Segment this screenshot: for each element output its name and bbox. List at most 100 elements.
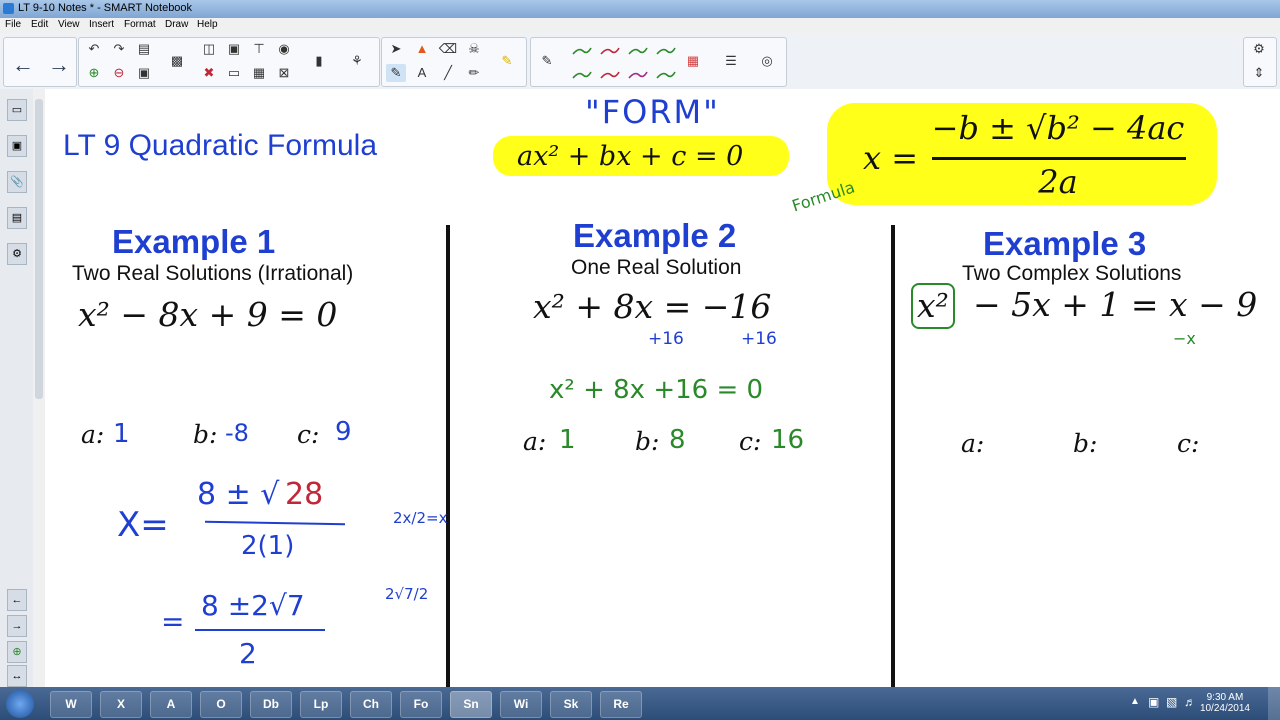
menu-file[interactable]: File [5, 19, 21, 30]
pen-type-icon[interactable]: ✎ [537, 52, 557, 70]
delete-page-icon[interactable]: ⊖ [109, 64, 129, 82]
side-toggle-icon[interactable]: ↔ [7, 665, 27, 687]
folder-icon[interactable]: ▤ [134, 40, 154, 58]
line-style-icon[interactable]: ☰ [721, 52, 741, 70]
delete-icon[interactable]: ✖ [199, 64, 219, 82]
save-icon[interactable]: ▣ [134, 64, 154, 82]
example1-work-x: X= [117, 505, 169, 545]
show-desktop-button[interactable] [1268, 687, 1280, 720]
next-page-icon[interactable]: → [7, 615, 27, 637]
menu-insert[interactable]: Insert [89, 19, 114, 30]
text-icon[interactable]: A [412, 64, 432, 82]
menu-help[interactable]: Help [197, 19, 218, 30]
volume-icon[interactable]: ♬ [1184, 695, 1196, 709]
pen-style-8[interactable] [655, 68, 677, 82]
magic-pen-icon[interactable]: ✏ [464, 64, 484, 82]
move-toolbar-icon[interactable]: ⇕ [1249, 64, 1269, 82]
example1-work-den1: 2(1) [241, 531, 295, 561]
title-bar: LT 9-10 Notes * - SMART Notebook [0, 0, 1280, 18]
menu-draw[interactable]: Draw [165, 19, 188, 30]
prev-page-icon[interactable]: ← [7, 589, 27, 611]
toolbar: ← → ↶ ↷ ▤ ⊕ ⊖ ▣ ▩ ◫ ▣ ⊤ ◉ ✖ ▭ ▦ ⊠ ▮ ⚘ ➤ … [0, 33, 1280, 90]
sketch-taskbar-icon[interactable]: Sk [550, 691, 592, 718]
back-icon[interactable]: ← [12, 52, 34, 78]
form-equation: ax² + bx + c = 0 [517, 141, 744, 172]
example1-work-eq2: = [161, 605, 185, 638]
folder-taskbar-icon[interactable]: Fo [400, 691, 442, 718]
whiteboard-canvas[interactable]: LT 9 Quadratic Formula "FORM" ax² + bx +… [45, 89, 1280, 687]
dropbox-icon[interactable]: Db [250, 691, 292, 718]
pen-style-1[interactable] [571, 44, 593, 58]
example3-b-label: b: [1073, 429, 1098, 458]
add-page-side-icon[interactable]: ⊕ [7, 641, 27, 663]
fill-icon[interactable]: ☠ [464, 40, 484, 58]
example1-work-bar2 [195, 629, 325, 631]
settings-group: ⚙ ⇕ [1243, 37, 1277, 87]
menu-format[interactable]: Format [124, 19, 156, 30]
example3-equation-rest: − 5x + 1 = x − 9 [973, 285, 1258, 324]
gear-icon[interactable]: ⚙ [1249, 40, 1269, 58]
camera-icon[interactable]: ▣ [224, 40, 244, 58]
table-icon[interactable]: ▦ [249, 64, 269, 82]
properties-tab[interactable]: ▤ [7, 207, 27, 229]
add-page-icon[interactable]: ⊕ [84, 64, 104, 82]
tray-arrow-icon[interactable]: ▲ [1130, 696, 1140, 707]
pen-style-6[interactable] [599, 68, 621, 82]
page-sorter-tab[interactable]: ▭ [7, 99, 27, 121]
attachments-tab[interactable]: 📎 [7, 171, 27, 193]
text-tool-icon[interactable]: ⊤ [249, 40, 269, 58]
pen-style-5[interactable] [571, 68, 593, 82]
outlook-icon[interactable]: O [200, 691, 242, 718]
color-palette-icon[interactable]: ▦ [683, 52, 703, 70]
menu-view[interactable]: View [58, 19, 80, 30]
chrome-icon[interactable]: Ch [350, 691, 392, 718]
formula-fraction-bar [932, 157, 1186, 160]
pen-style-4[interactable] [655, 44, 677, 58]
acrobat-icon[interactable]: A [150, 691, 192, 718]
copy-icon[interactable]: ◫ [199, 40, 219, 58]
pen-style-3[interactable] [627, 44, 649, 58]
globe-icon[interactable]: ◉ [274, 40, 294, 58]
excel-icon[interactable]: X [100, 691, 142, 718]
column-divider-1 [446, 225, 450, 687]
pen-icon[interactable]: ✎ [386, 64, 406, 82]
highlighter-icon[interactable]: ✎ [497, 52, 517, 70]
taskbar: W X A O Db Lp Ch Fo Sn Wi Sk Re ▲ ▣ ▧ ♬ … [0, 687, 1280, 720]
dock-icon[interactable]: ▮ [309, 52, 329, 70]
start-button[interactable] [6, 690, 34, 718]
menu-edit[interactable]: Edit [31, 19, 48, 30]
smart-notebook-taskbar-icon[interactable]: Sn [450, 691, 492, 718]
close-square-icon[interactable]: ⊠ [274, 64, 294, 82]
tray-app-icon[interactable]: ▣ [1148, 695, 1159, 709]
eraser-icon[interactable]: ⌫ [438, 40, 458, 58]
example1-subheading: Two Real Solutions (Irrational) [72, 262, 354, 285]
properties-icon[interactable]: ◎ [757, 52, 777, 70]
addons-tab[interactable]: ⚙ [7, 243, 27, 265]
redo-icon[interactable]: ↷ [109, 40, 129, 58]
select-icon[interactable]: ➤ [386, 40, 406, 58]
network-icon[interactable]: ▧ [1166, 695, 1177, 709]
screen-shade-icon[interactable]: ▭ [224, 64, 244, 82]
example2-add-left: +16 [648, 329, 684, 349]
shape-icon[interactable]: ▲ [412, 40, 432, 58]
undo-icon[interactable]: ↶ [84, 40, 104, 58]
window-taskbar-icon[interactable]: Wi [500, 691, 542, 718]
record-icon[interactable]: ⚘ [347, 52, 367, 70]
example1-a-value: 1 [113, 419, 130, 449]
clock[interactable]: 9:30 AM 10/24/2014 [1200, 692, 1250, 714]
word-icon[interactable]: W [50, 691, 92, 718]
launcher-icon[interactable]: Lp [300, 691, 342, 718]
scrollbar-thumb[interactable] [35, 99, 43, 399]
vertical-scrollbar[interactable] [33, 89, 45, 687]
line-icon[interactable]: ╱ [438, 64, 458, 82]
gallery-tab[interactable]: ▣ [7, 135, 27, 157]
forward-icon[interactable]: → [48, 52, 70, 78]
example2-a-value: 1 [559, 425, 576, 455]
example1-work-bar1 [204, 520, 346, 526]
recorder-taskbar-icon[interactable]: Re [600, 691, 642, 718]
menu-bar: File Edit View Insert Format Draw Help [0, 18, 1280, 33]
pen-style-7[interactable] [627, 68, 649, 82]
pen-style-2[interactable] [599, 44, 621, 58]
example1-work-num1-prefix: 8 ± √ [197, 477, 280, 512]
screen-icon[interactable]: ▩ [167, 52, 187, 70]
